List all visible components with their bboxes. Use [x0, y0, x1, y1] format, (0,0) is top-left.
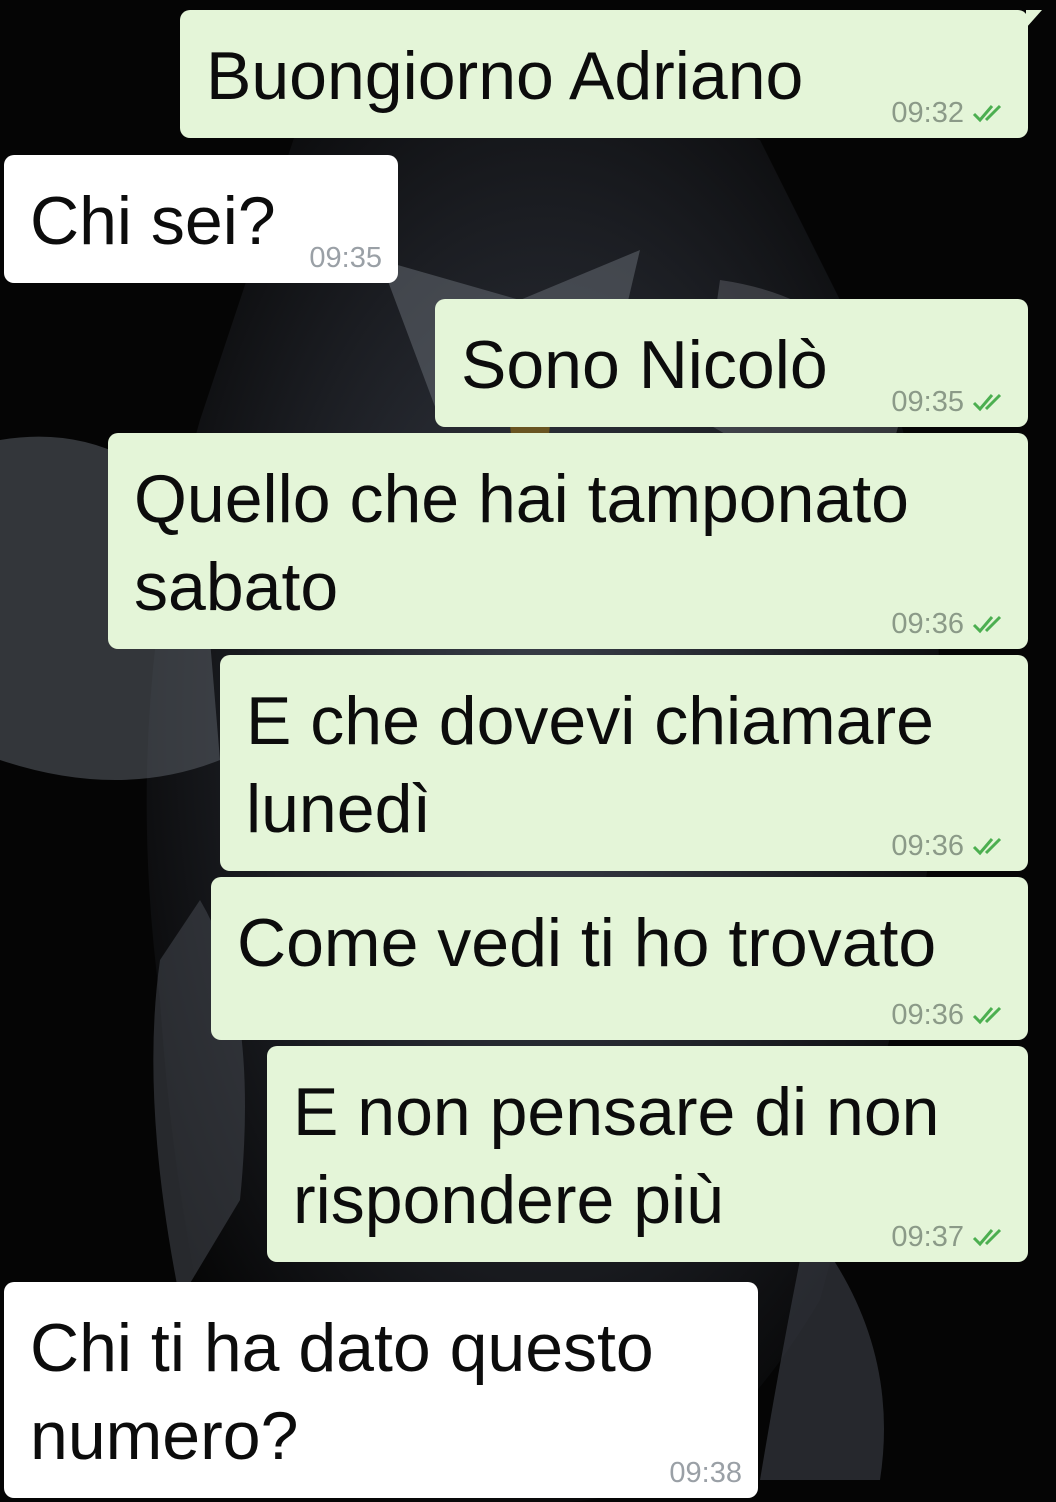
double-check-icon: [972, 837, 1002, 856]
message-bubble-outgoing[interactable]: Buongiorno Adriano 09:32: [180, 10, 1042, 138]
message-bubble-incoming[interactable]: Chi sei? 09:35: [4, 155, 398, 283]
message-bubble-outgoing[interactable]: Quello che hai tamponato sabato 09:36: [108, 433, 1028, 649]
bubble-tail: [1026, 10, 1042, 28]
message-bubble-incoming[interactable]: Chi ti ha dato questo numero? 09:38: [4, 1282, 758, 1498]
double-check-icon: [972, 393, 1002, 412]
message-bubble-outgoing[interactable]: Come vedi ti ho trovato 09:36: [211, 877, 1028, 1040]
message-text: Quello che hai tamponato sabato: [134, 461, 909, 625]
message-meta: 09:36: [891, 831, 1012, 861]
double-check-icon: [972, 1228, 1002, 1247]
message-text: Come vedi ti ho trovato: [237, 905, 937, 981]
message-time: 09:36: [891, 608, 964, 640]
message-bubble-outgoing[interactable]: Sono Nicolò 09:35: [435, 299, 1028, 427]
message-meta: 09:32: [891, 98, 1012, 128]
message-time: 09:38: [669, 1457, 742, 1489]
double-check-icon: [972, 1006, 1002, 1025]
message-time: 09:35: [309, 242, 382, 274]
message-time: 09:32: [891, 97, 964, 129]
message-bubble-outgoing[interactable]: E che dovevi chiamare lunedì 09:36: [220, 655, 1028, 871]
message-time: 09:35: [891, 386, 964, 418]
message-time: 09:36: [891, 999, 964, 1031]
message-text: E non pensare di non rispondere più: [293, 1074, 940, 1238]
double-check-icon: [972, 104, 1002, 123]
double-check-icon: [972, 615, 1002, 634]
message-bubble-outgoing[interactable]: E non pensare di non rispondere più 09:3…: [267, 1046, 1028, 1262]
message-meta: 09:35: [891, 387, 1012, 417]
message-meta: 09:36: [891, 1000, 1012, 1030]
message-meta: 09:38: [669, 1458, 742, 1488]
message-meta: 09:36: [891, 609, 1012, 639]
message-text: Chi ti ha dato questo numero?: [30, 1310, 654, 1474]
message-time: 09:37: [891, 1221, 964, 1253]
message-time: 09:36: [891, 830, 964, 862]
message-text: E che dovevi chiamare lunedì: [246, 683, 934, 847]
message-meta: 09:37: [891, 1222, 1012, 1252]
message-meta: 09:35: [309, 243, 382, 273]
